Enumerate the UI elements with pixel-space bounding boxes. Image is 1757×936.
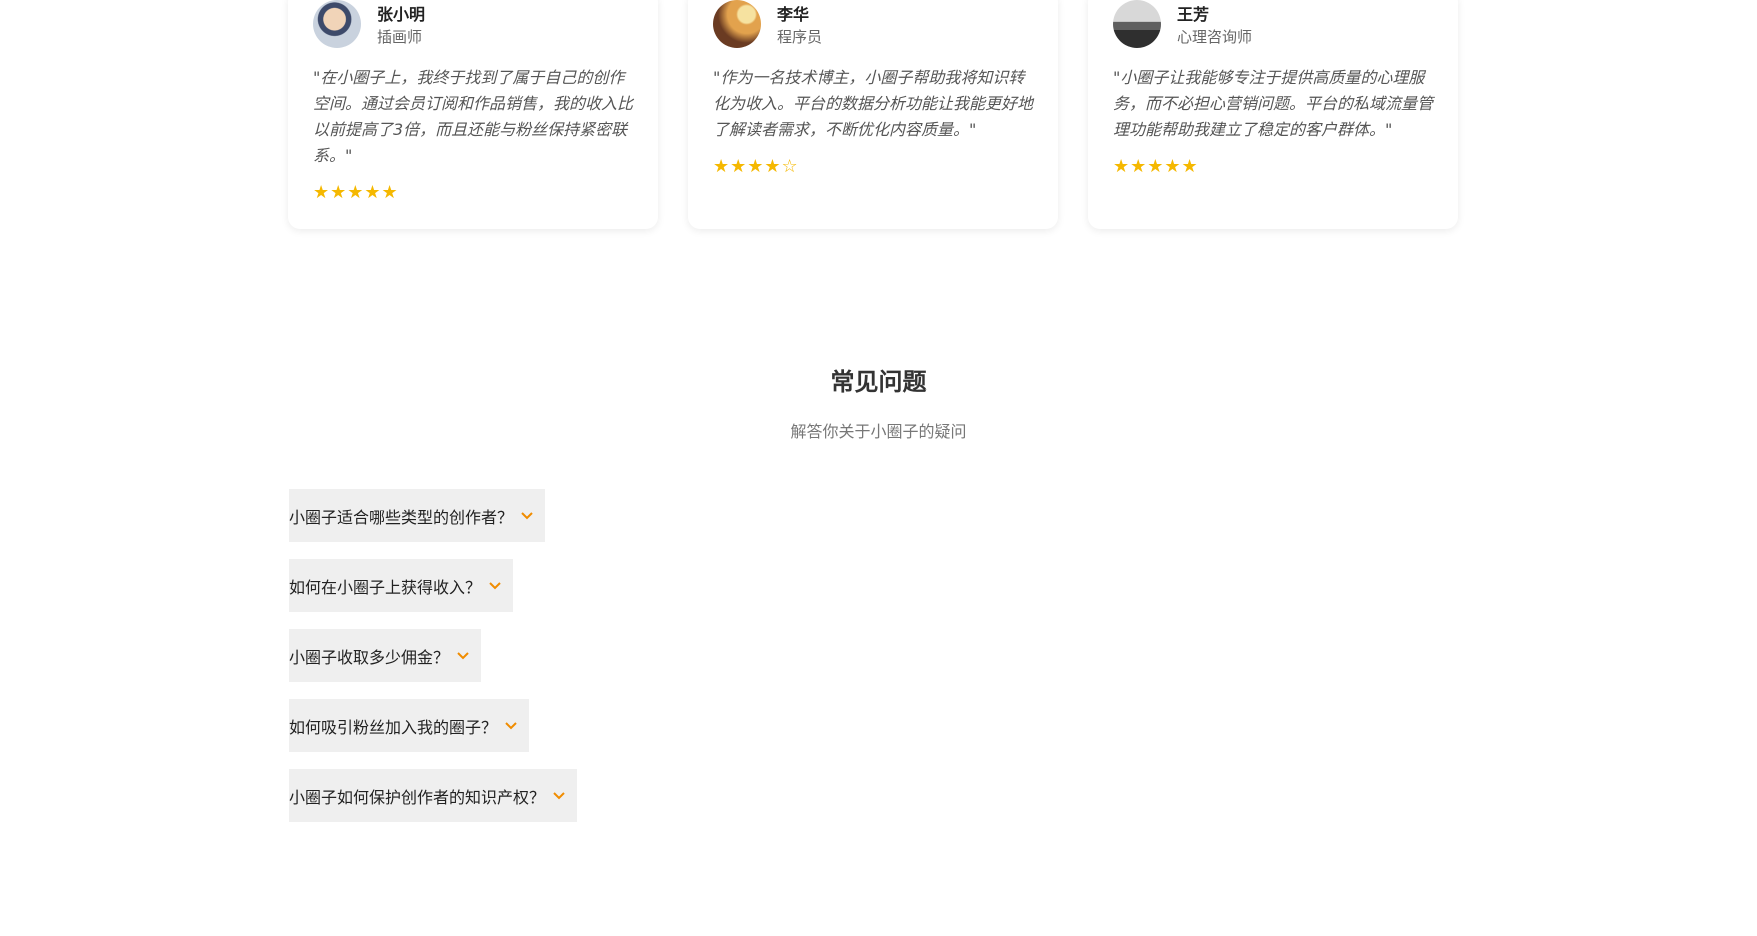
star-rating: ★★★★★ bbox=[313, 182, 399, 203]
star-rating: ★★★★★ bbox=[1113, 156, 1199, 177]
testimonial-quote: "作为一名技术博主，小圈子帮助我将知识转化为收入。平台的数据分析功能让我能更好地… bbox=[713, 68, 1034, 139]
testimonials-section: 张小明 插画师 "在小圈子上，我终于找到了属于自己的创作空间。通过会员订阅和作品… bbox=[288, 0, 1458, 230]
testimonial-quote: "在小圈子上，我终于找到了属于自己的创作空间。通过会员订阅和作品销售，我的收入比… bbox=[313, 68, 634, 165]
chevron-down-icon bbox=[489, 581, 501, 589]
faq-question: 小圈子如何保护创作者的知识产权？ bbox=[289, 787, 546, 807]
faq-item[interactable]: 小圈子如何保护创作者的知识产权？ bbox=[289, 769, 578, 822]
testimonial-name: 张小明 bbox=[377, 5, 426, 24]
faq-title: 常见问题 bbox=[830, 368, 927, 396]
faq-item[interactable]: 小圈子收取多少佣金？ bbox=[289, 629, 482, 682]
faq-item[interactable]: 如何吸引粉丝加入我的圈子？ bbox=[289, 699, 530, 752]
faq-item[interactable]: 小圈子适合哪些类型的创作者？ bbox=[289, 489, 546, 542]
chevron-down-icon bbox=[505, 721, 517, 729]
testimonial-role: 心理咨询师 bbox=[1177, 28, 1253, 46]
testimonial-card: 王芳 心理咨询师 "小圈子让我能够专注于提供高质量的心理服务，而不必担心营销问题… bbox=[1088, 0, 1458, 229]
avatar bbox=[1113, 0, 1161, 48]
star-rating: ★★★★☆ bbox=[713, 156, 799, 177]
testimonial-name: 王芳 bbox=[1177, 5, 1210, 24]
avatar bbox=[313, 0, 361, 48]
testimonial-card: 张小明 插画师 "在小圈子上，我终于找到了属于自己的创作空间。通过会员订阅和作品… bbox=[288, 0, 658, 229]
faq-question: 如何在小圈子上获得收入？ bbox=[289, 577, 482, 597]
avatar bbox=[713, 0, 761, 48]
faq-question: 小圈子适合哪些类型的创作者？ bbox=[289, 507, 514, 527]
chevron-down-icon bbox=[553, 791, 565, 799]
faq-item[interactable]: 如何在小圈子上获得收入？ bbox=[289, 559, 514, 612]
testimonial-card: 李华 程序员 "作为一名技术博主，小圈子帮助我将知识转化为收入。平台的数据分析功… bbox=[688, 0, 1058, 229]
testimonial-role: 程序员 bbox=[777, 28, 823, 46]
testimonial-name: 李华 bbox=[777, 5, 810, 24]
faq-list: 小圈子适合哪些类型的创作者？ 如何在小圈子上获得收入？ 小圈子收取多少佣金？ 如… bbox=[289, 489, 578, 839]
testimonial-quote: "小圈子让我能够专注于提供高质量的心理服务，而不必担心营销问题。平台的私域流量管… bbox=[1113, 68, 1434, 139]
faq-question: 如何吸引粉丝加入我的圈子？ bbox=[289, 717, 498, 737]
faq-subtitle: 解答你关于小圈子的疑问 bbox=[790, 422, 967, 441]
testimonial-role: 插画师 bbox=[377, 28, 423, 46]
chevron-down-icon bbox=[457, 651, 469, 659]
faq-question: 小圈子收取多少佣金？ bbox=[289, 647, 450, 667]
chevron-down-icon bbox=[521, 511, 533, 519]
